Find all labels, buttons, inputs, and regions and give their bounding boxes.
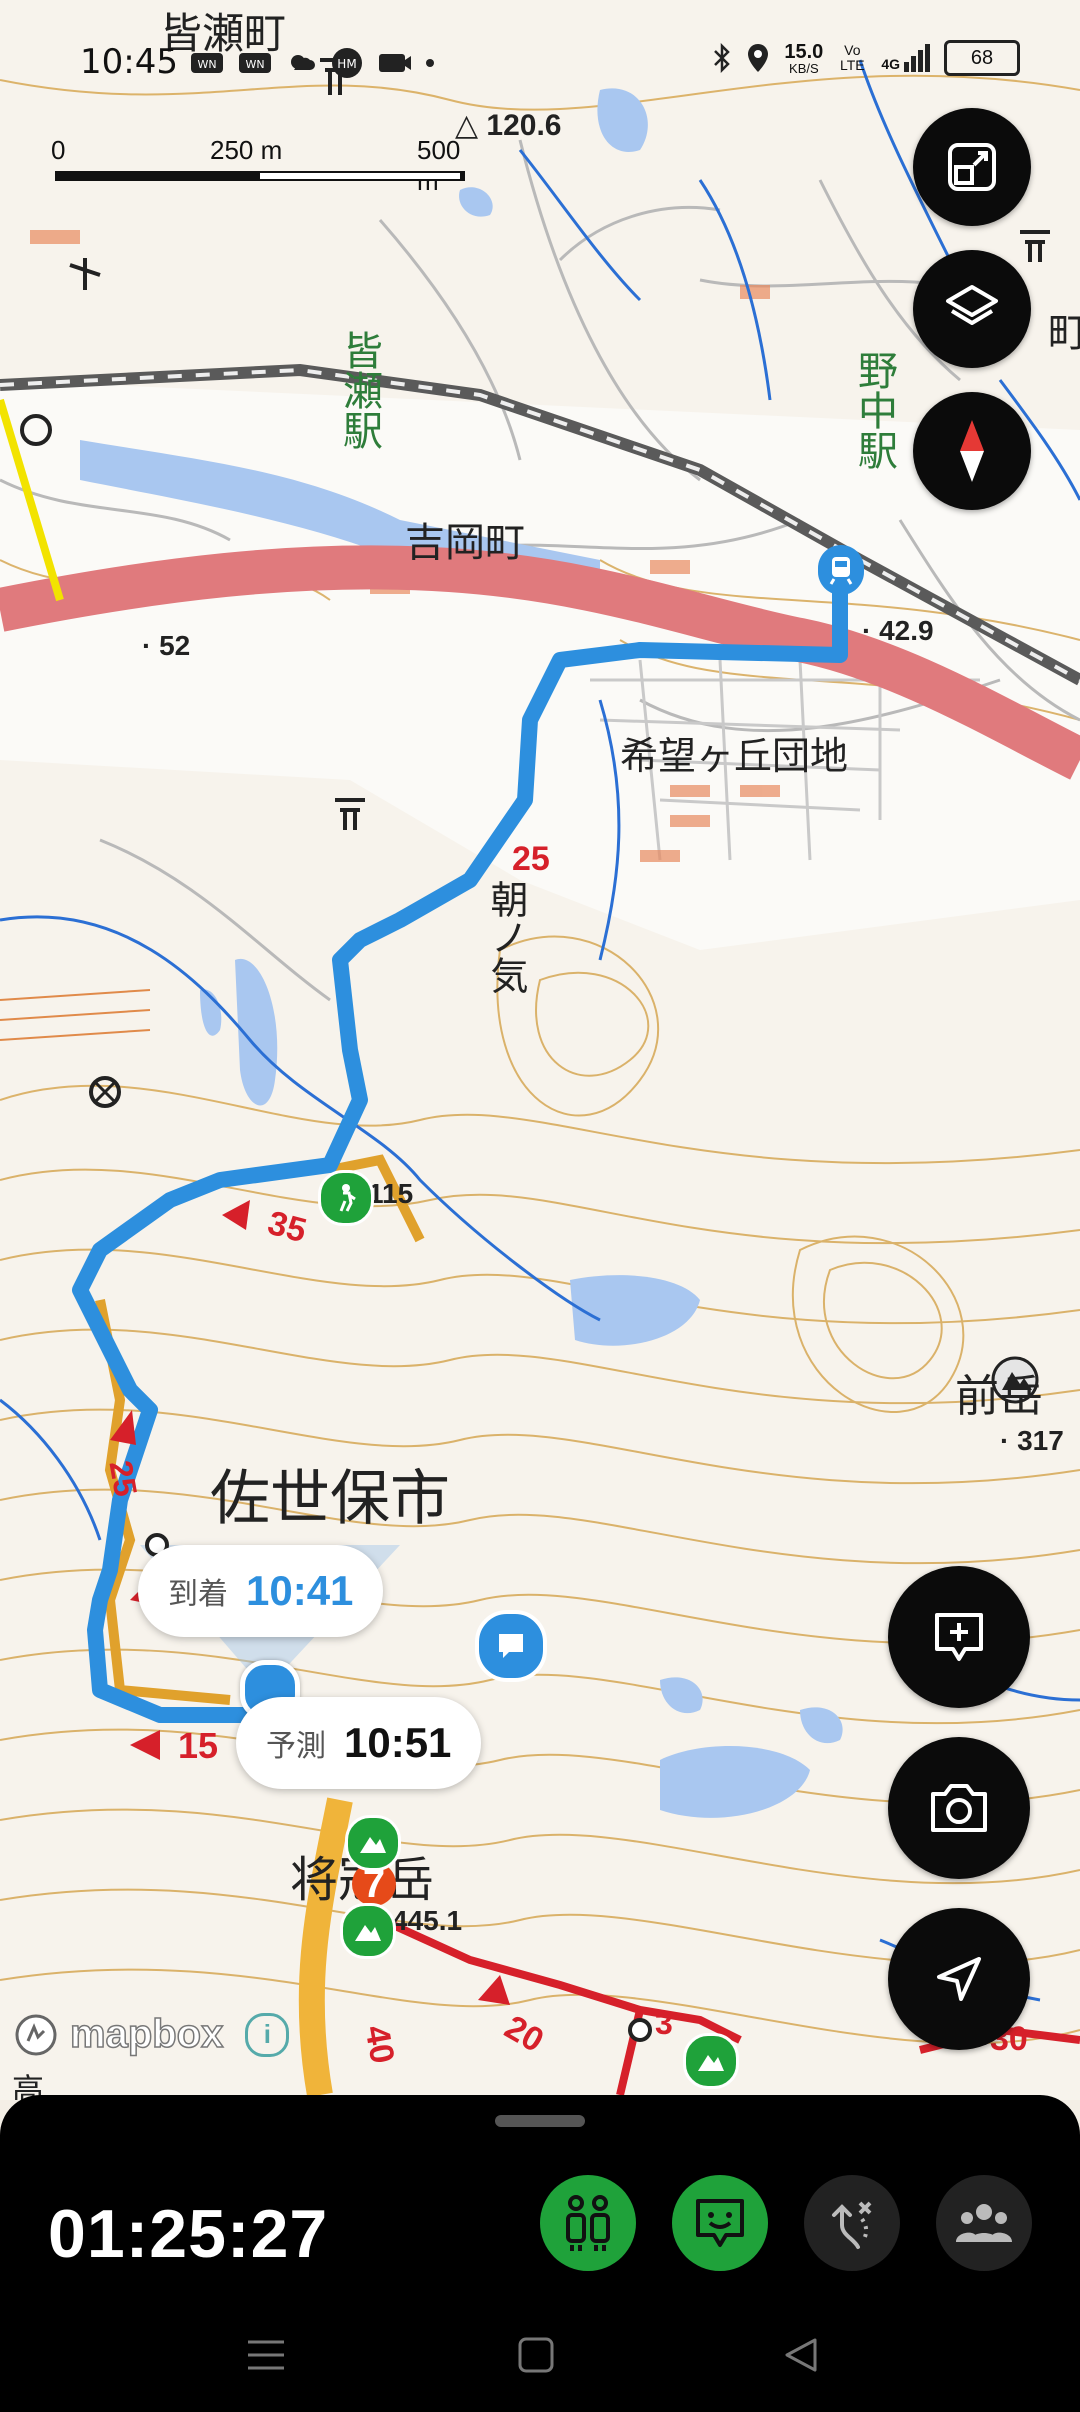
- map-label-station: 皆瀬駅: [337, 330, 381, 450]
- battery-icon: 68: [944, 40, 1020, 76]
- elevation-label: 115: [368, 1178, 414, 1209]
- home-icon: [518, 2337, 554, 2373]
- menu-icon: [248, 2340, 284, 2370]
- map-attribution: mapbox i: [14, 2011, 290, 2057]
- route-time-marker: 15: [178, 1725, 219, 1766]
- route-time-marker: 40: [357, 2022, 402, 2067]
- community-icon: [956, 2204, 1012, 2242]
- predicted-label: 予測: [266, 1730, 326, 1763]
- comment-pin-icon[interactable]: [475, 1610, 547, 1682]
- mapbox-logo-icon: [15, 2014, 57, 2055]
- info-icon[interactable]: i: [245, 2012, 290, 2057]
- route-edit-button[interactable]: [804, 2175, 900, 2271]
- net-speed: 15.0: [784, 40, 824, 63]
- route-time-marker: 25: [512, 840, 550, 878]
- back-icon: [785, 2338, 817, 2372]
- trailhead-icon[interactable]: [318, 1170, 374, 1226]
- app-notification-icon: HM: [332, 48, 362, 78]
- group-walk-button[interactable]: [540, 2175, 636, 2271]
- scale-label: 500 m: [417, 135, 461, 196]
- bluetooth-icon: [714, 43, 731, 73]
- scale-bar: 0 250 m 500 m: [51, 135, 465, 196]
- status-bar: 10:45 WN WN HM 15.0 KB/S Vo LTE 4G 68: [0, 0, 1080, 120]
- message-button[interactable]: [672, 2175, 768, 2271]
- nav-menu-button[interactable]: [236, 2325, 296, 2385]
- camera-button[interactable]: [888, 1737, 1030, 1879]
- map-label-place: 朝ノ気: [484, 880, 526, 994]
- route-time-marker: 3: [655, 2005, 673, 2041]
- navigate-icon: [937, 1957, 981, 2001]
- camera-notification-icon: [379, 54, 411, 72]
- elapsed-time: 01:25:27: [48, 2196, 329, 2272]
- map-label-town: 吉岡町: [405, 521, 525, 565]
- svg-text:WN: WN: [197, 58, 216, 71]
- status-right: 15.0 KB/S Vo LTE 4G 68: [712, 40, 1020, 76]
- more-dot-icon: [426, 59, 434, 67]
- elevation-label: 445.1: [392, 1905, 463, 1936]
- weather-icon: [291, 55, 315, 70]
- camera-icon: [931, 1784, 987, 1832]
- notification-icon: WN: [239, 53, 271, 73]
- status-time: 10:45: [80, 42, 178, 82]
- add-comment-icon: [935, 1613, 983, 1661]
- navigate-button[interactable]: [888, 1908, 1030, 2050]
- predicted-bubble: 予測 10:51: [236, 1697, 482, 1789]
- map-label-district: 希望ヶ丘団地: [620, 736, 849, 778]
- svg-text:WN: WN: [245, 58, 264, 71]
- scale-label: 0: [51, 135, 66, 165]
- fullscreen-button[interactable]: [913, 108, 1031, 226]
- elevation-label: · 52: [142, 630, 191, 661]
- compass-button[interactable]: [913, 392, 1031, 510]
- arrival-bubble: 到着 10:41: [138, 1545, 384, 1637]
- signal-type: 4G: [881, 56, 900, 72]
- predicted-time: 10:51: [344, 1719, 452, 1766]
- summit-icon[interactable]: [345, 1815, 401, 1871]
- add-comment-button[interactable]: [888, 1566, 1030, 1708]
- map-label-city: 佐世保市: [210, 1465, 450, 1532]
- arrival-label: 到着: [168, 1578, 228, 1611]
- map-label-town: 町: [1048, 311, 1080, 355]
- signal-icon: 4G: [881, 44, 930, 72]
- notification-icon: WN: [191, 53, 223, 73]
- summit-icon[interactable]: [683, 2033, 739, 2089]
- layers-icon: [946, 285, 998, 325]
- mapbox-logo-text: mapbox: [69, 2011, 224, 2057]
- arrival-time: 10:41: [246, 1567, 354, 1614]
- net-unit: KB/S: [789, 60, 819, 76]
- fullscreen-icon: [948, 143, 996, 191]
- summit-icon[interactable]: [340, 1903, 396, 1959]
- sheet-handle[interactable]: [495, 2115, 585, 2127]
- bottom-sheet: 01:25:27: [0, 2095, 1080, 2412]
- status-notification-icons: WN WN HM: [190, 46, 434, 80]
- nav-back-button[interactable]: [770, 2325, 830, 2385]
- route-time-marker: 25: [102, 1457, 145, 1500]
- map-label-peak: 前岳: [955, 1372, 1043, 1421]
- group-walk-icon: [566, 2195, 610, 2251]
- battery-level: 68: [970, 46, 994, 69]
- elevation-label: · 317: [1000, 1425, 1064, 1456]
- layers-button[interactable]: [913, 250, 1031, 368]
- elevation-label: · 42.9: [862, 615, 934, 646]
- map-label-station: 野中駅: [852, 350, 896, 470]
- scale-label: 250 m: [210, 135, 283, 165]
- community-button[interactable]: [936, 2175, 1032, 2271]
- location-icon: [748, 44, 769, 72]
- station-icon[interactable]: [818, 545, 864, 595]
- nav-home-button[interactable]: [506, 2325, 566, 2385]
- volte-indicator: Vo LTE: [839, 41, 865, 73]
- message-icon: [696, 2199, 744, 2247]
- route-edit-icon: [832, 2201, 872, 2249]
- compass-icon: [960, 420, 984, 482]
- svg-text:HM: HM: [337, 57, 356, 71]
